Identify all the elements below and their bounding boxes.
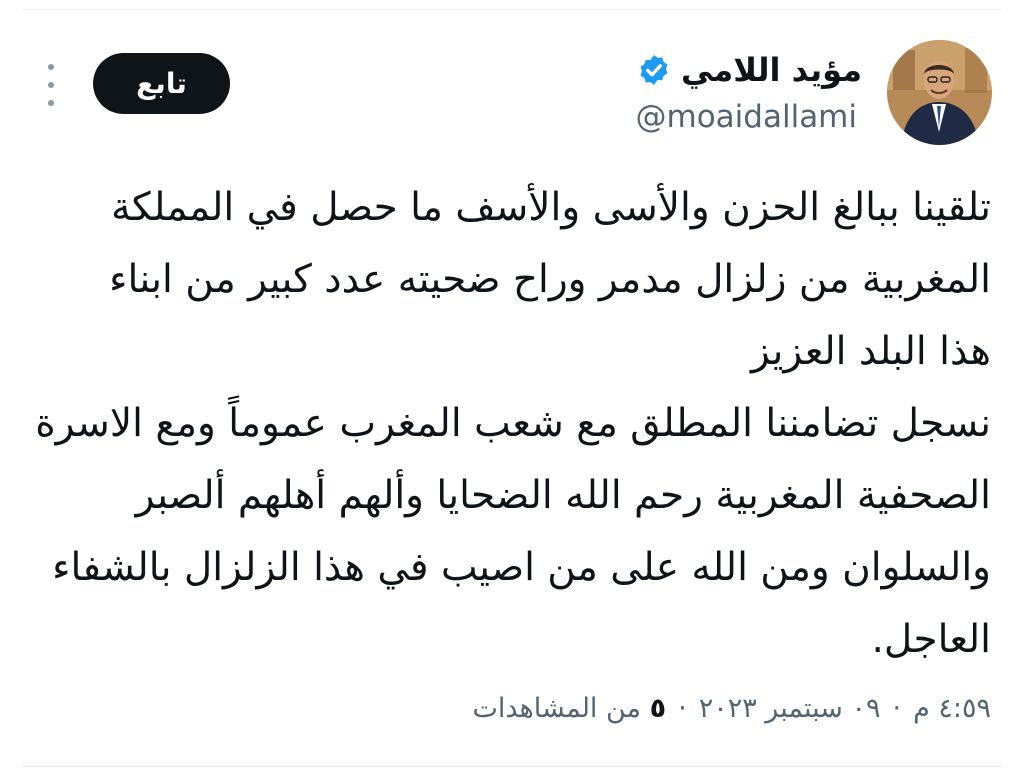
author-handle[interactable]: @moaidallami [636, 92, 857, 142]
dot [48, 64, 54, 70]
verified-badge-icon [637, 53, 671, 87]
meta-separator: · [892, 692, 902, 724]
more-options-icon[interactable] [40, 64, 62, 106]
tweet-time[interactable]: ٤:٥٩ م [913, 693, 991, 724]
author-display-name[interactable]: مؤيد اللامي [681, 48, 862, 92]
tweet-text-line: العاجل. [871, 617, 991, 662]
tweet-date[interactable]: ٠٩ سبتمبر ٢٠٢٣ [699, 693, 881, 724]
views-label: من المشاهدات [472, 692, 642, 724]
tweet-text: تلقينا ببالغ الحزن والأسى والأسف ما حصل … [31, 172, 991, 676]
author-name-row[interactable]: مؤيد اللامي [637, 48, 862, 92]
follow-button[interactable]: تابع [93, 53, 230, 114]
tweet-text-line: والسلوان ومن الله على من اصيب في هذا الز… [52, 545, 991, 590]
tweet-text-line: هذا البلد العزيز [751, 329, 991, 374]
bottom-divider [22, 766, 1002, 767]
tweet-text-line: الصحفية المغربية رحم الله الضحايا وألهم … [135, 473, 991, 518]
avatar[interactable] [887, 40, 992, 145]
tweet-meta: ٤:٥٩ م · ٠٩ سبتمبر ٢٠٢٣ · ٥ من المشاهدات [472, 685, 991, 731]
meta-separator: · [678, 692, 687, 724]
top-divider [22, 9, 1002, 10]
tweet-text-line: المغربية من زلزال مدمر وراح ضحيته عدد كب… [109, 257, 991, 302]
dot [48, 82, 54, 88]
tweet-text-line: نسجل تضامننا المطلق مع شعب المغرب عموماً… [35, 401, 991, 446]
tweet-text-line: تلقينا ببالغ الحزن والأسى والأسف ما حصل … [111, 185, 991, 230]
views-count[interactable]: ٥ [650, 693, 666, 724]
dot [48, 100, 54, 106]
